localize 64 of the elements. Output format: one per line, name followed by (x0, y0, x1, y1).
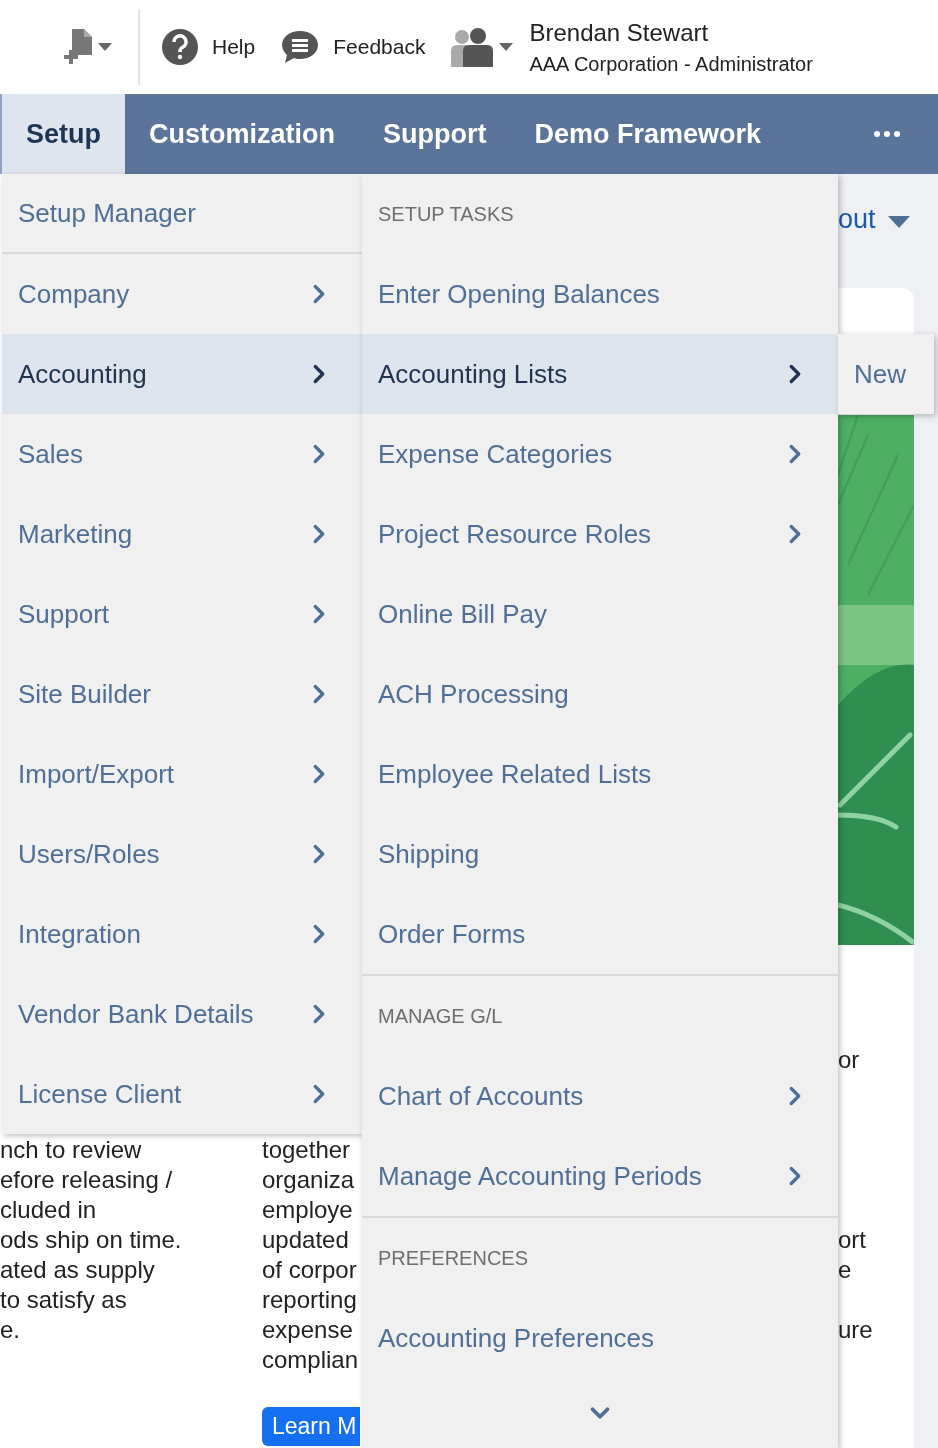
body-text: ated as supply (0, 1255, 155, 1285)
menu-item[interactable]: Company (2, 254, 362, 334)
nav-tab[interactable]: Demo Framework (510, 94, 786, 174)
feedback-link[interactable]: Feedback (333, 35, 426, 59)
new-record-icon[interactable] (64, 29, 94, 65)
body-text: ure (838, 1315, 873, 1345)
menu-item[interactable]: Manage Accounting Periods (362, 1136, 838, 1216)
user-name: Brendan Stewart (529, 18, 710, 47)
body-text: ods ship on time. (0, 1225, 182, 1255)
body-text: employe (262, 1195, 353, 1225)
body-text: updated (262, 1225, 349, 1255)
menu-item[interactable]: ACH Processing (362, 654, 838, 734)
body-text: of corpor (262, 1255, 357, 1285)
body-text: e. (0, 1315, 20, 1345)
menu-item[interactable]: Enter Opening Balances (362, 254, 838, 334)
menu-item[interactable]: Expense Categories (362, 414, 838, 494)
learn-more-button[interactable]: Learn M (262, 1407, 361, 1446)
menu-item[interactable]: Import/Export (2, 734, 362, 814)
body-text: complian (262, 1345, 359, 1375)
menu-item[interactable]: Project Resource Roles (362, 494, 838, 574)
menu-item[interactable]: New (838, 334, 934, 414)
help-icon[interactable] (162, 29, 198, 65)
menu-item[interactable]: Shipping (362, 814, 838, 894)
body-text: nch to review (0, 1135, 142, 1165)
more-icon[interactable] (874, 131, 900, 137)
help-link[interactable]: Help (212, 35, 256, 59)
nav-tab[interactable]: Support (359, 94, 511, 174)
section-heading: PREFERENCES (377, 1245, 530, 1271)
menu-item[interactable]: Vendor Bank Details (2, 974, 362, 1054)
body-text: together (262, 1135, 351, 1165)
caret-icon[interactable] (887, 216, 910, 228)
body-text: to satisfy as (0, 1285, 127, 1315)
menu-item[interactable]: License Client (2, 1054, 362, 1134)
caret-icon[interactable] (98, 43, 112, 51)
menu-item[interactable]: Accounting (2, 334, 362, 414)
body-text: ort (838, 1225, 866, 1255)
section-heading: MANAGE G/L (377, 1003, 504, 1029)
menu-item[interactable]: Users/Roles (2, 814, 362, 894)
nav-tab[interactable]: Customization (125, 94, 359, 174)
menu-item[interactable]: Integration (2, 894, 362, 974)
body-text: organiza (262, 1165, 355, 1195)
feedback-icon[interactable] (281, 30, 320, 64)
people-icon[interactable] (451, 27, 496, 67)
caret-icon[interactable] (499, 43, 514, 51)
body-text: e (838, 1255, 852, 1285)
nav-tab[interactable]: Setup (0, 94, 125, 174)
body-text: cluded in (0, 1195, 97, 1225)
menu-item[interactable]: Sales (2, 414, 362, 494)
layout-link[interactable]: out (838, 204, 876, 235)
body-text: or (838, 1045, 860, 1075)
menu-item[interactable]: Marketing (2, 494, 362, 574)
section-heading: SETUP TASKS (377, 201, 515, 227)
menu-item[interactable]: Accounting Preferences (362, 1298, 838, 1378)
body-text: efore releasing / (0, 1165, 173, 1195)
menu-item[interactable]: Support (2, 574, 362, 654)
menu-item[interactable]: Site Builder (2, 654, 362, 734)
menu-item[interactable]: Accounting Lists (362, 334, 838, 414)
user-role: AAA Corporation - Administrator (529, 52, 813, 76)
body-text: expense (262, 1315, 353, 1345)
menu-item[interactable]: Chart of Accounts (362, 1056, 838, 1136)
menu-item[interactable]: Order Forms (362, 894, 838, 974)
menu-item[interactable]: Online Bill Pay (362, 574, 838, 654)
menu-item[interactable]: Employee Related Lists (362, 734, 838, 814)
body-text: reporting (262, 1285, 357, 1315)
